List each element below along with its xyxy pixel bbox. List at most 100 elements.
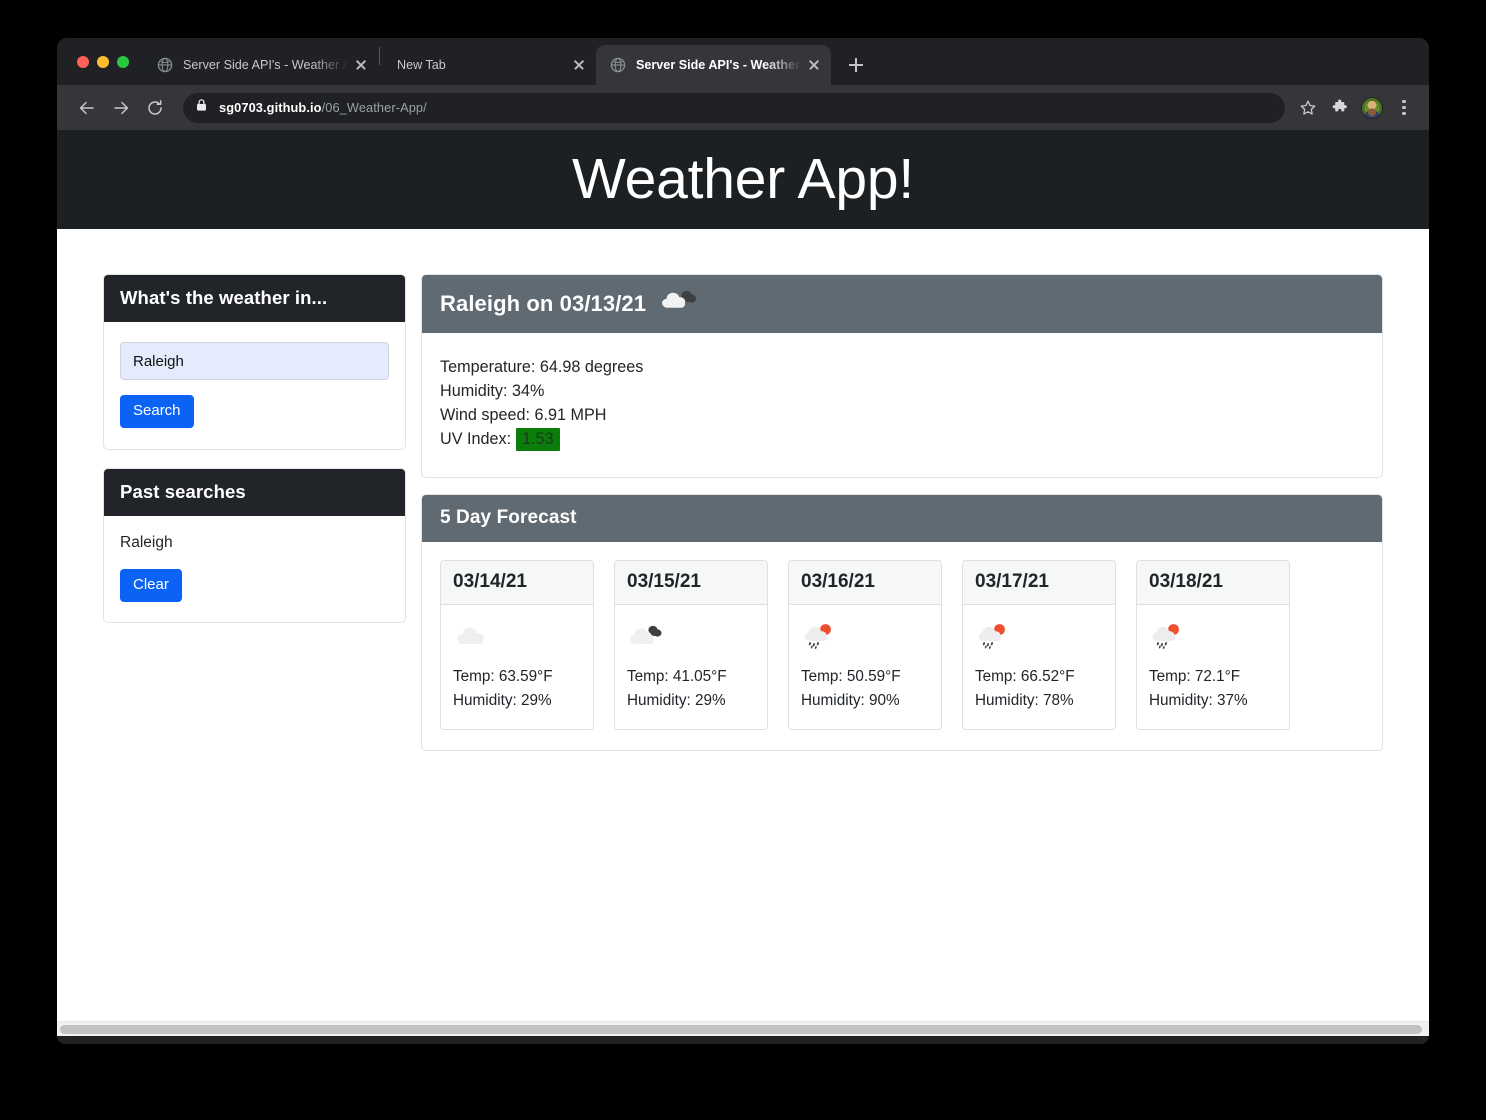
past-searches-card: Past searches Raleigh Clear: [103, 468, 406, 623]
forecast-temp: Temp: 41.05°F: [627, 668, 727, 685]
close-tab-1-icon[interactable]: [352, 56, 370, 74]
sun-behind-rain-cloud-icon: [801, 620, 929, 654]
address-bar-url: sg0703.github.io/06_Weather-App/: [219, 100, 427, 115]
forecast-humidity: Humidity: 29%: [627, 692, 726, 709]
forecast-temp: Temp: 72.1°F: [1149, 668, 1241, 685]
address-bar[interactable]: sg0703.github.io/06_Weather-App/: [183, 92, 1285, 123]
three-dot-menu-icon: [1402, 99, 1406, 116]
reload-button[interactable]: [139, 92, 171, 124]
forward-arrow-icon: [114, 101, 129, 114]
maximize-window-button[interactable]: [117, 55, 129, 68]
lock-icon: [195, 98, 208, 117]
past-searches-card-header: Past searches: [104, 469, 405, 516]
forecast-date: 03/14/21: [441, 561, 593, 605]
browser-toolbar: sg0703.github.io/06_Weather-App/: [57, 85, 1429, 130]
browser-window: Server Side API's - Weather Ap New Tab S…: [57, 38, 1429, 1044]
current-uv-index: UV Index: 1.53: [440, 427, 1364, 451]
forecast-card: 03/14/21 Temp: 63.59°F Humidity: 29%: [440, 560, 594, 730]
new-tab-button[interactable]: [841, 50, 871, 80]
current-temperature: Temperature: 64.98 degrees: [440, 358, 644, 376]
back-arrow-icon: [79, 101, 94, 114]
page-body: What's the weather in... Search Past sea…: [57, 229, 1429, 751]
page-viewport: Weather App! What's the weather in... Se…: [57, 130, 1429, 1036]
broken-clouds-icon: [627, 620, 755, 654]
forecast-panel: 5 Day Forecast 03/14/21 Temp: 63.59°F Hu…: [421, 494, 1383, 751]
uv-index-badge: 1.53: [516, 427, 560, 451]
left-column: What's the weather in... Search Past sea…: [103, 274, 406, 623]
browser-tab-1[interactable]: Server Side API's - Weather Ap: [143, 45, 378, 85]
profile-button[interactable]: [1357, 93, 1387, 123]
page-jumbotron: Weather App!: [57, 130, 1429, 229]
forecast-card: 03/18/21 Temp: 72.1°F Humidity: 37%: [1136, 560, 1290, 730]
search-button[interactable]: Search: [120, 395, 194, 428]
forecast-card-body: Temp: 41.05°F Humidity: 29%: [615, 605, 767, 729]
forecast-humidity: Humidity: 90%: [801, 692, 900, 709]
globe-favicon-icon: [157, 57, 173, 73]
tab-divider: [379, 47, 380, 65]
forecast-card: 03/17/21 Temp: 66.52°F Humidity: 78%: [962, 560, 1116, 730]
globe-favicon-icon: [610, 57, 626, 73]
star-icon: [1300, 100, 1316, 115]
browser-tab-2[interactable]: New Tab: [381, 45, 596, 85]
forecast-date: 03/15/21: [615, 561, 767, 605]
forecast-humidity: Humidity: 78%: [975, 692, 1074, 709]
forecast-card-body: Temp: 63.59°F Humidity: 29%: [441, 605, 593, 729]
sun-behind-rain-cloud-icon: [1149, 620, 1277, 654]
forecast-humidity: Humidity: 29%: [453, 692, 552, 709]
puzzle-piece-icon: [1332, 99, 1347, 111]
forecast-card-body: Temp: 50.59°F Humidity: 90%: [789, 605, 941, 729]
browser-tab-3-title: Server Side API's - Weather Ap: [636, 58, 801, 72]
horizontal-scrollbar-thumb[interactable]: [60, 1025, 1422, 1034]
forecast-date: 03/16/21: [789, 561, 941, 605]
search-card-body: Search: [104, 322, 405, 449]
browser-tab-1-title: Server Side API's - Weather Ap: [183, 58, 348, 72]
past-search-item[interactable]: Raleigh: [120, 534, 389, 554]
current-wind-speed: Wind speed: 6.91 MPH: [440, 406, 607, 424]
current-humidity: Humidity: 34%: [440, 382, 545, 400]
forecast-temp: Temp: 63.59°F: [453, 668, 553, 685]
extensions-button[interactable]: [1325, 93, 1355, 123]
forecast-temp: Temp: 50.59°F: [801, 668, 901, 685]
forecast-humidity: Humidity: 37%: [1149, 692, 1248, 709]
window-traffic-lights: [69, 38, 143, 85]
uv-index-label: UV Index:: [440, 430, 512, 448]
browser-tab-2-title: New Tab: [397, 58, 446, 72]
forecast-temp: Temp: 66.52°F: [975, 668, 1075, 685]
minimize-window-button[interactable]: [97, 55, 109, 68]
address-bar-host: sg0703.github.io: [219, 100, 322, 115]
forecast-date: 03/17/21: [963, 561, 1115, 605]
forecast-card-body: Temp: 66.52°F Humidity: 78%: [963, 605, 1115, 729]
sun-behind-rain-cloud-icon: [975, 620, 1103, 654]
forecast-date: 03/18/21: [1137, 561, 1289, 605]
tab-strip: Server Side API's - Weather Ap New Tab S…: [57, 38, 1429, 85]
clear-button[interactable]: Clear: [120, 569, 182, 602]
close-window-button[interactable]: [77, 55, 89, 68]
browser-menu-button[interactable]: [1389, 93, 1419, 123]
browser-tab-3[interactable]: Server Side API's - Weather Ap: [596, 45, 831, 85]
current-weather-body: Temperature: 64.98 degrees Humidity: 34%…: [422, 333, 1382, 477]
close-tab-3-icon[interactable]: [805, 56, 823, 74]
broken-clouds-icon: [660, 287, 698, 320]
forecast-card: 03/16/21 Temp: 50.59°F Humidity: 90%: [788, 560, 942, 730]
current-weather-title: Raleigh on 03/13/21: [440, 290, 647, 316]
city-search-input[interactable]: [120, 342, 389, 380]
forecast-title: 5 Day Forecast: [440, 507, 577, 528]
cloud-icon: [453, 620, 581, 654]
forecast-card-body: Temp: 72.1°F Humidity: 37%: [1137, 605, 1289, 729]
reload-icon: [148, 99, 162, 115]
forecast-card: 03/15/21 Temp: 41.05°F Humidity: 29%: [614, 560, 768, 730]
page-title: Weather App!: [572, 147, 914, 211]
forecast-body: 03/14/21 Temp: 63.59°F Humidity: 29% 03/…: [422, 542, 1382, 750]
bookmark-button[interactable]: [1293, 93, 1323, 123]
horizontal-scrollbar[interactable]: [57, 1021, 1429, 1036]
right-column: Raleigh on 03/13/21 Temperature: 64.98 d…: [421, 274, 1383, 751]
forward-button[interactable]: [105, 92, 137, 124]
search-card: What's the weather in... Search: [103, 274, 406, 450]
address-bar-path: /06_Weather-App/: [321, 100, 427, 115]
forecast-header: 5 Day Forecast: [422, 495, 1382, 542]
current-weather-panel: Raleigh on 03/13/21 Temperature: 64.98 d…: [421, 274, 1383, 478]
close-tab-2-icon[interactable]: [570, 56, 588, 74]
back-button[interactable]: [71, 92, 103, 124]
avatar: [1361, 96, 1383, 119]
past-searches-card-body: Raleigh Clear: [104, 516, 405, 622]
